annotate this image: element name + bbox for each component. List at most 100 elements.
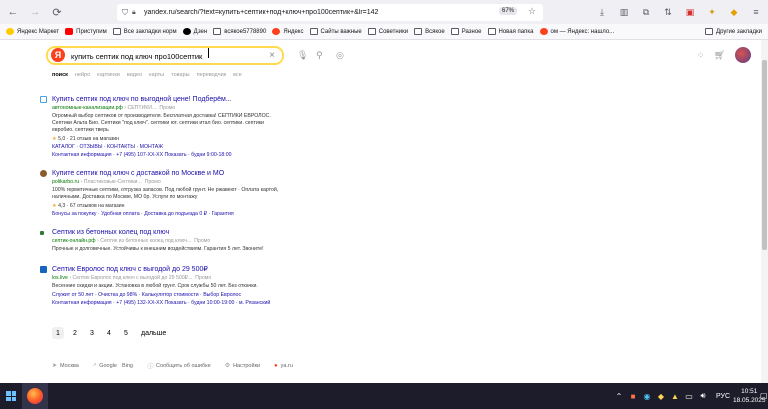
start-button[interactable]: [0, 383, 22, 409]
result-contact[interactable]: Контактная информация · +7 (495) 132-ХХ-…: [52, 300, 280, 306]
bookmark-folder[interactable]: Всякое: [414, 28, 445, 35]
folder-icon: [367, 28, 376, 35]
tab-goods[interactable]: товары: [171, 72, 189, 78]
page-link[interactable]: 3: [86, 327, 98, 339]
result-sitelinks[interactable]: Служит от 50 лет · Очистка до 98% · Каль…: [52, 292, 280, 298]
bookmark-item[interactable]: Приступим: [65, 28, 107, 35]
result-sitelinks[interactable]: КАТАЛОГ · ОТЗЫВЫ · КОНТАКТЫ · МОНТАЖ: [52, 144, 280, 150]
tab-translator[interactable]: переводчик: [197, 72, 227, 78]
favicon-icon: [40, 170, 47, 177]
result-title-link[interactable]: Купить септик под ключ по выгодной цене!…: [40, 96, 280, 103]
downloads-icon[interactable]: ⤓: [595, 5, 609, 19]
microphone-icon[interactable]: 🎙︎: [297, 50, 308, 61]
bookmark-item[interactable]: Яндекс Маркет: [6, 28, 59, 35]
footer-yaru-link[interactable]: ● ya.ru: [274, 363, 293, 369]
tab-images[interactable]: картинки: [97, 72, 120, 78]
avatar[interactable]: [735, 47, 751, 63]
result-snippet: 100% герметичные септики, отгрузка запас…: [52, 187, 279, 200]
sync-icon[interactable]: ⇅: [661, 5, 675, 19]
bookmark-folder[interactable]: всякое5778890: [213, 28, 266, 35]
tray-app-icon[interactable]: ▲: [670, 391, 680, 401]
url-text[interactable]: yandex.ru/search/?text=купить+септик+под…: [144, 9, 378, 16]
filters-icon[interactable]: ⚲: [316, 50, 323, 61]
result-rating[interactable]: ★ 4,3 · 67 отзывов на магазин: [52, 203, 280, 209]
bookmark-folder[interactable]: Сайты важные: [309, 28, 362, 35]
chevron-up-icon[interactable]: ⌃: [614, 391, 624, 401]
page-scrollbar[interactable]: [761, 40, 768, 383]
result-title-link[interactable]: Купите септик под ключ с доставкой по Мо…: [40, 170, 280, 177]
shield-icon[interactable]: ⛉: [122, 8, 132, 18]
result-url[interactable]: los.live › Септик Евролос под ключ с выг…: [52, 275, 280, 281]
bookmark-folder[interactable]: Все закладки норм: [112, 28, 177, 35]
bookmark-item[interactable]: Яндекс: [272, 28, 304, 35]
result-contact[interactable]: Контактная информация · +7 (495) 107-ХХ-…: [52, 152, 280, 158]
favicon-icon: [40, 96, 47, 103]
result-url[interactable]: септик-онлайн.рф › Септик из бетонных ко…: [52, 238, 280, 244]
zoom-level[interactable]: 67%: [498, 7, 517, 15]
firefox-icon: [27, 388, 43, 404]
wand-icon[interactable]: ✦: [705, 5, 719, 19]
bookmark-star-icon[interactable]: ☆: [528, 6, 536, 17]
search-box[interactable]: купить септик под ключ про100септик ×: [46, 46, 284, 65]
search-result: Септик из бетонных колец под ключ септик…: [40, 229, 280, 253]
bookmark-item[interactable]: ом — Яндекс: нашло...: [539, 28, 614, 35]
footer-bing-link[interactable]: Bing: [122, 363, 133, 369]
page-footer: ➤ Москва ⌕ Google Bing ⓘ Сообщить об ошибке…: [52, 361, 307, 370]
network-icon[interactable]: ▭: [684, 391, 694, 401]
apps-grid-icon[interactable]: ⁘: [697, 50, 705, 61]
tray-app-icon[interactable]: ■: [628, 391, 638, 401]
reload-icon[interactable]: ⟳: [48, 3, 66, 21]
folder-icon: [213, 28, 222, 35]
menu-icon[interactable]: ≡: [749, 5, 763, 19]
bookmark-folder[interactable]: Советники: [367, 28, 408, 35]
other-bookmarks[interactable]: Другие закладки: [705, 28, 762, 35]
page-link[interactable]: 5: [120, 327, 132, 339]
back-icon[interactable]: ←: [4, 3, 22, 21]
footer-region-link[interactable]: ➤ Москва: [52, 362, 79, 370]
search-icon: ⌕: [92, 362, 97, 368]
volume-icon[interactable]: 🔊︎: [698, 391, 708, 401]
tray-app-icon[interactable]: ◉: [642, 391, 652, 401]
page-link-current[interactable]: 1: [52, 327, 64, 339]
tab-maps[interactable]: карты: [149, 72, 164, 78]
extensions-icon[interactable]: ⧉: [639, 5, 653, 19]
notifications-icon[interactable]: ▢: [760, 391, 768, 400]
yandex-logo[interactable]: Я: [51, 48, 65, 62]
footer-google-link[interactable]: ⌕ Google: [93, 362, 117, 369]
vpn-icon[interactable]: ◆: [727, 5, 741, 19]
result-url[interactable]: polikarbo.ru › Пластиковые-Септики... Про…: [52, 179, 280, 185]
clear-icon[interactable]: ×: [269, 50, 275, 61]
result-sitelinks[interactable]: Бонусы за покупку · Удобная оплата · Дос…: [52, 211, 280, 217]
result-title-link[interactable]: Септик из бетонных колец под ключ: [40, 229, 280, 236]
tab-all[interactable]: все: [233, 72, 242, 78]
bookmark-item[interactable]: Дзен: [182, 28, 207, 35]
search-input[interactable]: купить септик под ключ про100септик: [71, 52, 202, 61]
footer-settings-link[interactable]: ⚙ Настройки: [225, 362, 260, 370]
scrollbar-thumb[interactable]: [762, 60, 767, 250]
tab-neuro[interactable]: нейро: [75, 72, 90, 78]
taskbar-firefox[interactable]: [22, 383, 48, 409]
toolbar-icons: ⤓ ▥ ⧉ ⇅ ▣ ✦ ◆ ≡: [595, 5, 763, 19]
result-title-link[interactable]: Септик Евролос под ключ с выгодой до 29 …: [40, 265, 280, 273]
forward-icon[interactable]: →: [26, 3, 44, 21]
adblock-icon[interactable]: ▣: [683, 5, 697, 19]
camera-icon[interactable]: ◎: [336, 50, 344, 61]
cart-icon[interactable]: 🛒︎: [714, 50, 725, 61]
result-snippet: Огромный выбор септиков от производителя…: [52, 113, 271, 133]
result-url[interactable]: автономные-канализации.рф › СЕПТИКИ... Пр…: [52, 105, 280, 111]
location-icon: ➤: [52, 363, 58, 369]
footer-report-link[interactable]: ⓘ Сообщить об ошибке: [147, 361, 211, 371]
tab-video[interactable]: видео: [127, 72, 142, 78]
language-indicator[interactable]: РУС: [716, 393, 730, 400]
result-rating[interactable]: ★ 5,0 · 21 отзыв на магазин: [52, 136, 280, 142]
bookmark-folder[interactable]: Новая папка: [487, 28, 534, 35]
tab-search[interactable]: поиск: [52, 72, 68, 78]
lock-icon[interactable]: 🔒︎: [132, 9, 142, 17]
tray-app-icon[interactable]: ◆: [656, 391, 666, 401]
bookmark-folder[interactable]: Разное: [450, 28, 482, 35]
page-link[interactable]: 2: [69, 327, 81, 339]
address-bar[interactable]: ⛉ 🔒︎ yandex.ru/search/?text=купить+септи…: [117, 4, 543, 21]
next-page-link[interactable]: дальше: [141, 330, 166, 337]
library-icon[interactable]: ▥: [617, 5, 631, 19]
page-link[interactable]: 4: [103, 327, 115, 339]
